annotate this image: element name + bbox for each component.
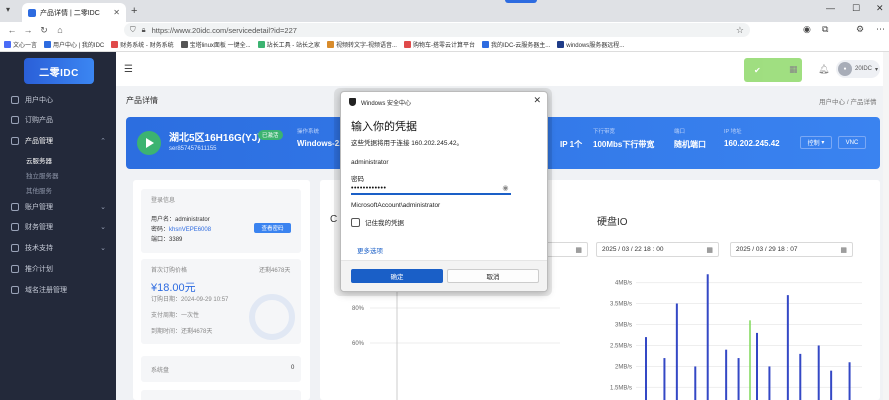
password-label: 密码 bbox=[351, 176, 364, 183]
dialog-titlebar: Windows 安全中心 bbox=[341, 92, 547, 112]
cancel-button[interactable]: 取消 bbox=[447, 269, 539, 283]
shield-icon bbox=[349, 98, 356, 106]
y-tick-label: 2.5MB/s bbox=[610, 343, 632, 349]
checkbox-icon[interactable] bbox=[351, 217, 360, 227]
dialog-footer: 确定 取消 bbox=[341, 260, 547, 291]
scrollbar[interactable] bbox=[883, 52, 889, 400]
dialog-subtitle: 这些凭据将用于连接 160.202.245.42。 bbox=[351, 140, 463, 147]
y-tick-label: 3.5MB/s bbox=[610, 302, 632, 308]
y-tick-label: 2MB/s bbox=[615, 364, 632, 370]
dialog-heading: 输入你的凭据 bbox=[351, 121, 417, 133]
more-options-link[interactable]: 更多选项 bbox=[357, 245, 383, 255]
password-input[interactable]: •••••••••••• ◉ bbox=[351, 183, 511, 195]
y-tick-label: 60% bbox=[352, 341, 365, 347]
y-tick-label: 3MB/s bbox=[615, 323, 632, 329]
y-tick-label: 1.5MB/s bbox=[610, 385, 632, 391]
password-mask: •••••••••••• bbox=[351, 184, 387, 192]
y-tick-label: 4MB/s bbox=[615, 281, 632, 287]
dialog-account: MicrosoftAccount\administrator bbox=[351, 202, 441, 209]
reveal-eye-icon[interactable]: ◉ bbox=[502, 184, 509, 192]
credential-dialog: Windows 安全中心 ✕ 输入你的凭据 这些凭据将用于连接 160.202.… bbox=[340, 91, 548, 292]
y-tick-label: 80% bbox=[352, 306, 365, 312]
ok-button[interactable]: 确定 bbox=[351, 269, 443, 283]
dialog-username: administrator bbox=[351, 159, 389, 166]
remember-checkbox[interactable]: 记住我的凭据 bbox=[351, 217, 404, 227]
dialog-close-icon[interactable]: ✕ bbox=[533, 95, 541, 106]
dialog-window-title: Windows 安全中心 bbox=[361, 100, 412, 107]
remember-label: 记住我的凭据 bbox=[365, 220, 404, 227]
